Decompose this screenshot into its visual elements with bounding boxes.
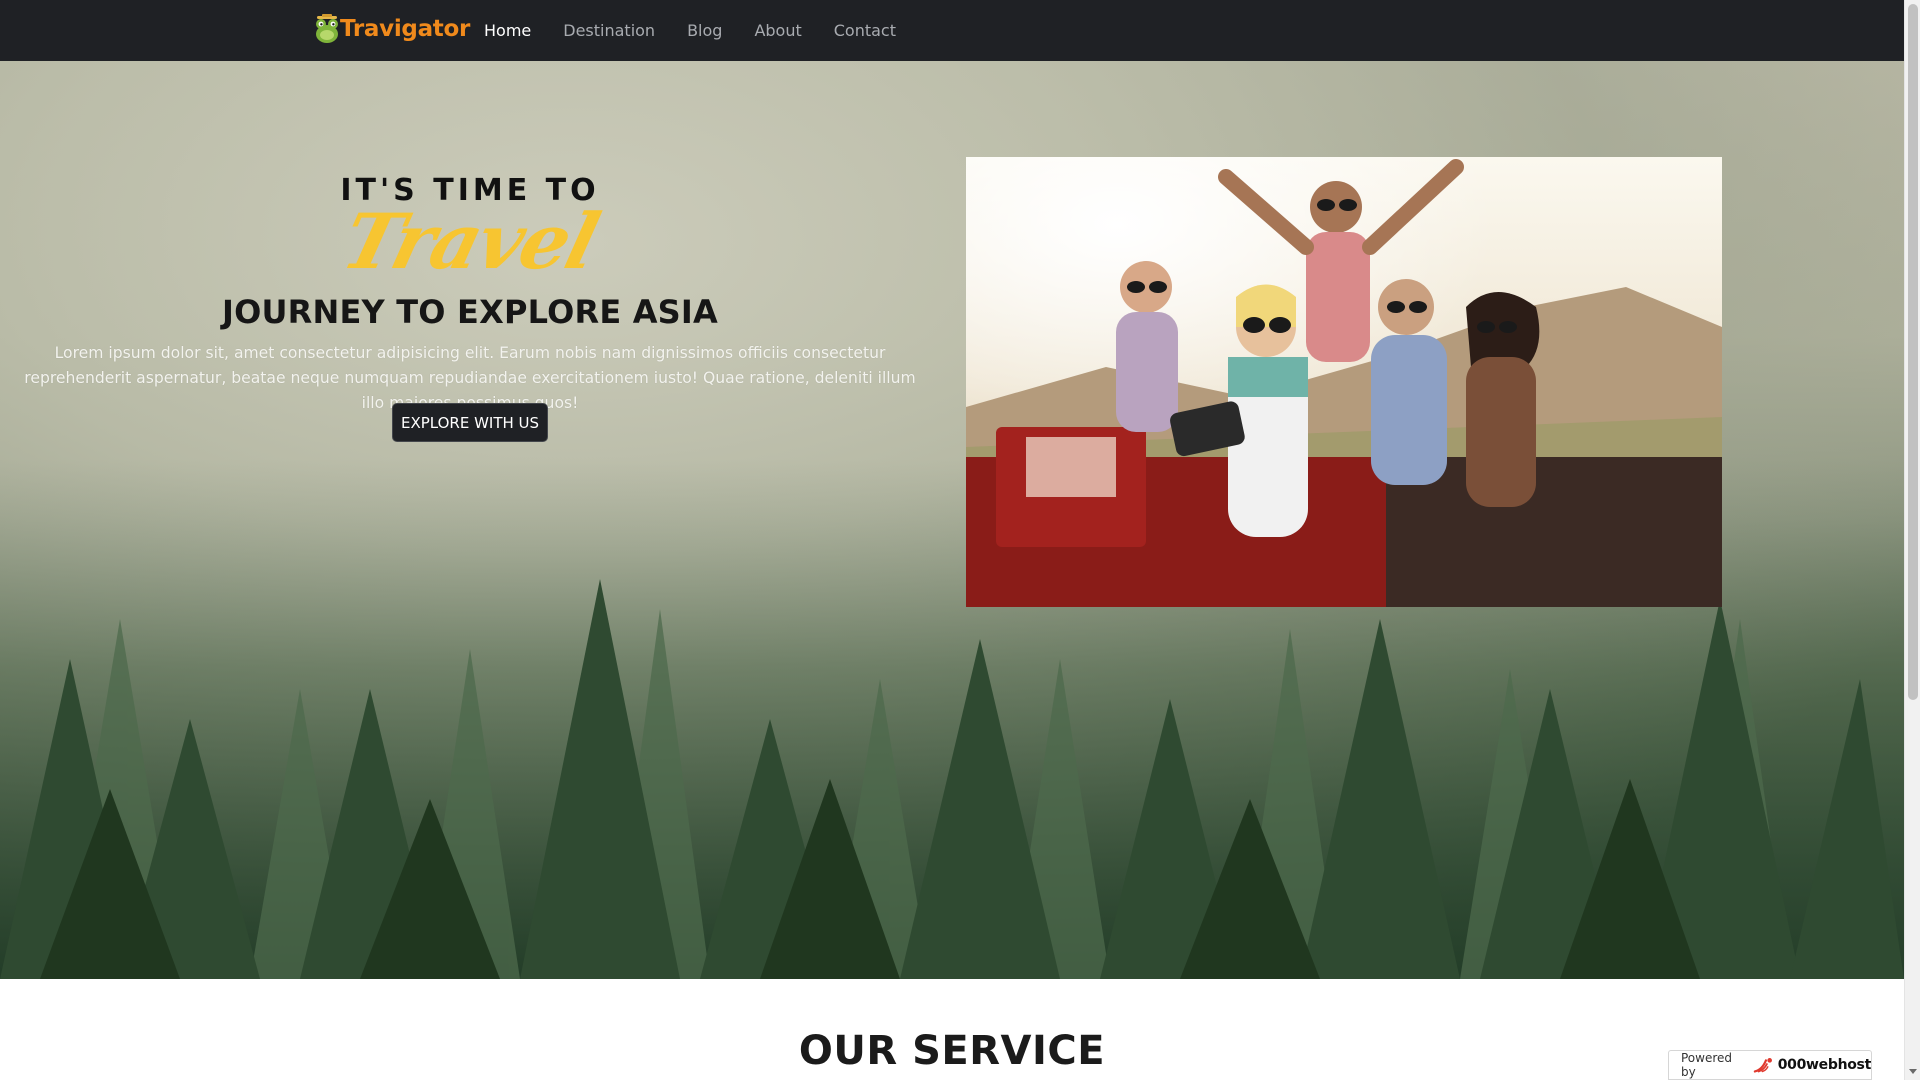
powered-by-label: Powered by: [1681, 1051, 1733, 1079]
nav-home[interactable]: Home: [484, 21, 531, 40]
page-scrollbar[interactable]: [1904, 0, 1920, 1080]
nav-about[interactable]: About: [754, 21, 801, 40]
000webhost-logo-icon: [1754, 1058, 1773, 1073]
scrollbar-thumb[interactable]: [1908, 4, 1918, 700]
our-service-heading: OUR SERVICE: [798, 1028, 1106, 1074]
main-nav: Home Destination Blog About Contact: [484, 0, 928, 61]
nav-destination[interactable]: Destination: [563, 21, 655, 40]
hero-tagline-script: Travel: [334, 197, 606, 286]
000webhost-name: 000webhost: [1777, 1057, 1872, 1073]
explore-with-us-button[interactable]: EXPLORE WITH US: [392, 403, 548, 442]
brand-name: Travigator: [340, 16, 471, 42]
travelers-photo-illustration: [966, 157, 1722, 607]
hero-text-block: IT'S TIME TO Travel JOURNEY TO EXPLORE A…: [0, 61, 940, 561]
top-navbar: Travigator Home Destination Blog About C…: [0, 0, 1904, 61]
powered-by-badge[interactable]: Powered by 000webhost: [1668, 1050, 1872, 1080]
nav-blog[interactable]: Blog: [687, 21, 722, 40]
travelers-photo: [966, 157, 1722, 607]
hero-title: JOURNEY TO EXPLORE ASIA: [221, 293, 719, 331]
brand-logo-link[interactable]: Travigator: [314, 14, 470, 44]
hero-section: IT'S TIME TO Travel JOURNEY TO EXPLORE A…: [0, 61, 1904, 979]
frog-logo-icon: [316, 14, 338, 43]
scroll-down-arrow-icon[interactable]: [1909, 1069, 1917, 1074]
nav-contact[interactable]: Contact: [834, 21, 896, 40]
